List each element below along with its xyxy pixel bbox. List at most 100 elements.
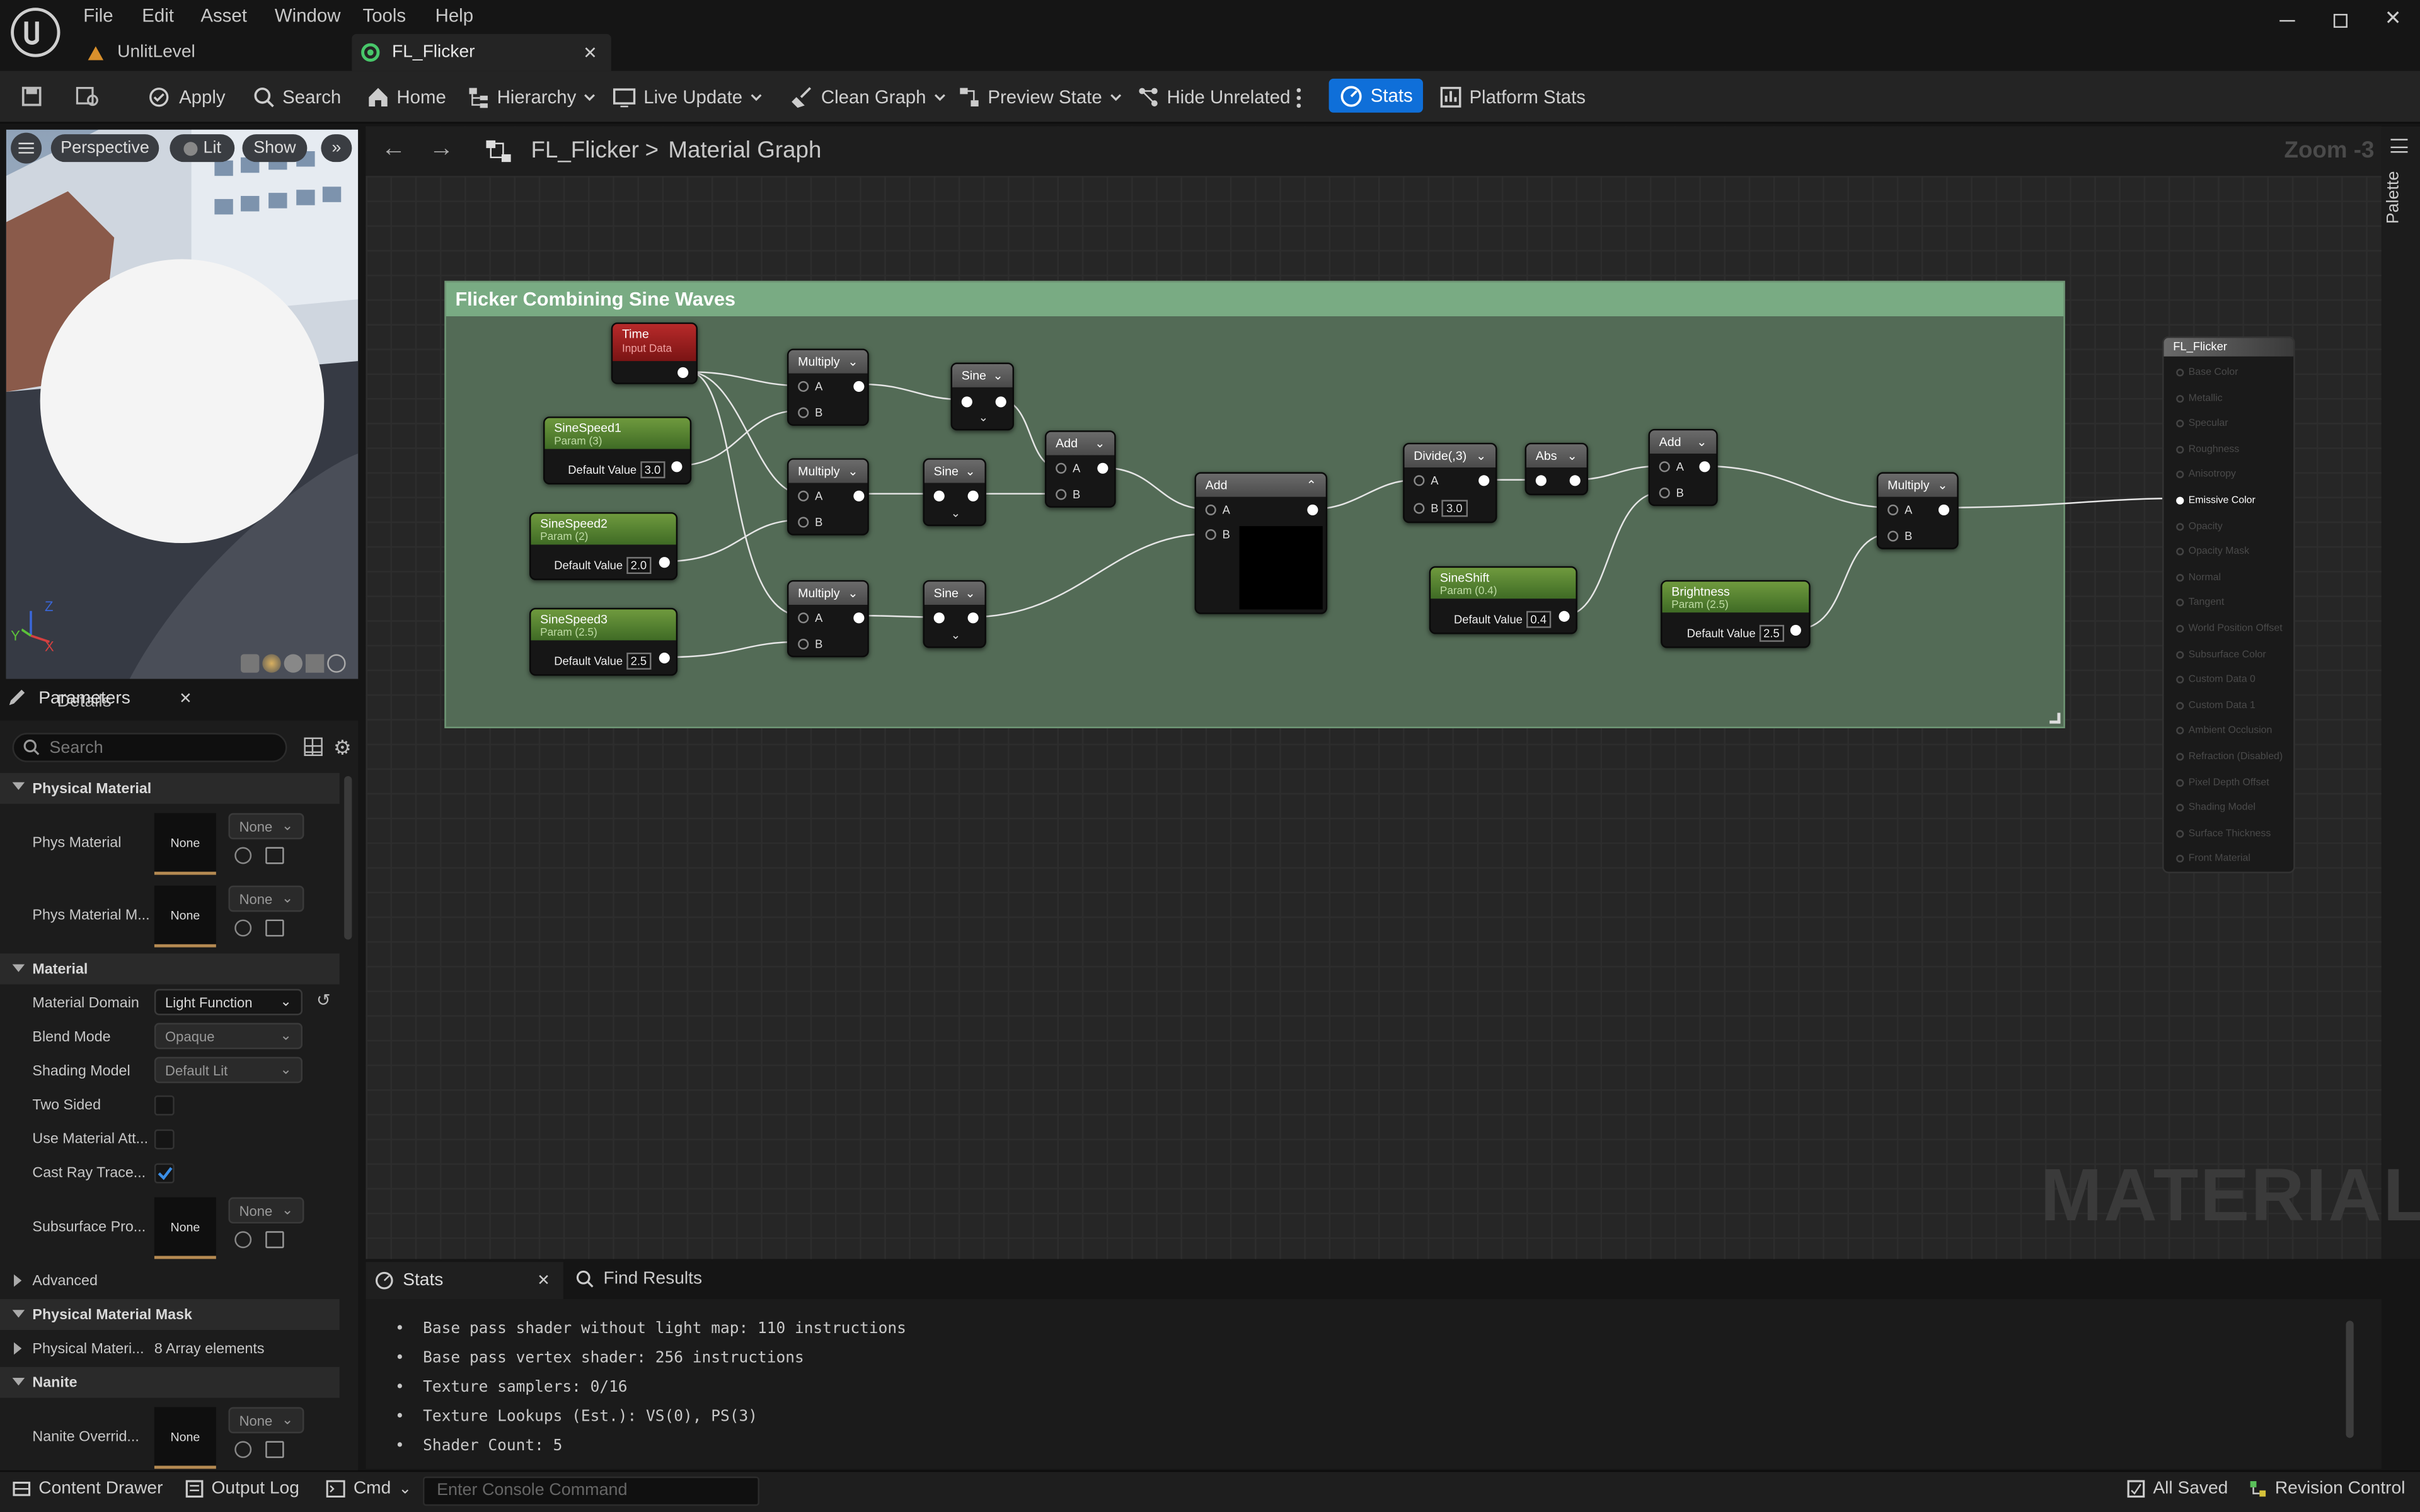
result-pin[interactable]: World Position Offset: [2176, 623, 2283, 634]
output-pin[interactable]: [1699, 461, 1710, 472]
divide-node[interactable]: Divide(,3) ⌄ A B 3.0: [1403, 442, 1497, 524]
output-pin[interactable]: [1938, 504, 1950, 515]
input-pin-a[interactable]: [1205, 504, 1216, 515]
expand-icon[interactable]: ⌄: [951, 628, 960, 642]
result-pin[interactable]: Emissive Color: [2176, 495, 2256, 506]
abs-node[interactable]: Abs ⌄: [1524, 442, 1589, 496]
tab-stats[interactable]: Stats ✕: [366, 1262, 563, 1300]
input-pin-b[interactable]: [1887, 530, 1899, 542]
result-pin[interactable]: Tangent: [2176, 598, 2224, 609]
brightness-node[interactable]: Brightness Param (2.5) Default Value 2.5: [1661, 580, 1811, 648]
sine-speed2-node[interactable]: SineSpeed2 Param (2) Default Value 2.0: [529, 512, 678, 580]
result-pin[interactable]: Surface Thickness: [2176, 828, 2271, 839]
stats-icon: [375, 1271, 393, 1290]
multiply-node-1[interactable]: Multiply ⌄ A B: [786, 348, 869, 426]
input-pin[interactable]: [933, 612, 945, 624]
material-result-node[interactable]: FL_Flicker Base Color Metallic Specular Rou…: [2162, 336, 2295, 874]
multiply-node-3[interactable]: Multiply ⌄ A B: [786, 580, 869, 658]
input-pin-a[interactable]: [1887, 504, 1899, 515]
sine-speed1-node[interactable]: SineSpeed1 Param (3) Default Value 3.0: [543, 416, 692, 484]
result-pin[interactable]: Pixel Depth Offset: [2176, 777, 2269, 788]
output-pin[interactable]: [677, 367, 689, 379]
result-pin[interactable]: Custom Data 0: [2176, 675, 2256, 685]
result-pin[interactable]: Anisotropy: [2176, 469, 2236, 481]
output-pin[interactable]: [995, 396, 1006, 408]
content-drawer-button[interactable]: Content Drawer: [13, 1480, 163, 1498]
result-pin[interactable]: Refraction (Disabled): [2176, 752, 2283, 762]
result-pin[interactable]: Metallic: [2176, 393, 2223, 404]
input-pin[interactable]: [961, 396, 972, 408]
result-pin[interactable]: Normal: [2176, 572, 2221, 583]
result-pin[interactable]: Ambient Occlusion: [2176, 726, 2272, 736]
add-node-3[interactable]: Add ⌄ A B: [1648, 428, 1718, 507]
default-value-input[interactable]: 2.5: [626, 652, 652, 670]
input-pin-a[interactable]: [798, 612, 809, 624]
input-pin-b[interactable]: [798, 407, 809, 418]
sine-node-3[interactable]: Sine ⌄ ⌄: [923, 580, 986, 648]
revision-control-button[interactable]: Revision Control: [2249, 1480, 2405, 1498]
result-pin[interactable]: Subsurface Color: [2176, 649, 2266, 660]
console-command-input[interactable]: Enter Console Command: [423, 1476, 759, 1506]
result-pin[interactable]: Base Color: [2176, 367, 2238, 378]
all-saved-indicator[interactable]: All Saved: [2127, 1480, 2228, 1498]
stats-scrollbar[interactable]: [2346, 1320, 2354, 1438]
tab-find-results[interactable]: Find Results: [575, 1270, 702, 1288]
output-pin[interactable]: [1559, 610, 1570, 622]
add-node-1[interactable]: Add ⌄ A B: [1044, 430, 1116, 508]
sine-node-2[interactable]: Sine ⌄ ⌄: [923, 458, 986, 527]
input-pin-b[interactable]: [798, 517, 809, 528]
output-pin[interactable]: [853, 612, 865, 624]
input-pin-b[interactable]: [798, 638, 809, 650]
sine-node-1[interactable]: Sine ⌄ ⌄: [950, 362, 1014, 431]
input-pin-b[interactable]: [1659, 487, 1670, 499]
result-pin[interactable]: Specular: [2176, 418, 2228, 429]
output-pin[interactable]: [1790, 624, 1801, 636]
result-pin[interactable]: Roughness: [2176, 444, 2239, 455]
output-pin[interactable]: [967, 490, 979, 501]
input-pin-a[interactable]: [1414, 475, 1425, 486]
input-pin-a[interactable]: [1659, 461, 1670, 472]
input-pin-b[interactable]: [1056, 489, 1067, 500]
node-header: SineShift Param (0.4): [1431, 568, 1576, 599]
output-pin[interactable]: [659, 557, 670, 568]
sine-speed3-node[interactable]: SineSpeed3 Param (2.5) Default Value 2.5: [529, 607, 678, 676]
multiply-node-2[interactable]: Multiply ⌄ A B: [786, 458, 869, 536]
result-pin[interactable]: Front Material: [2176, 854, 2250, 864]
default-value-input[interactable]: 2.5: [1758, 624, 1785, 642]
output-pin[interactable]: [1569, 475, 1581, 486]
input-pin-a[interactable]: [798, 381, 809, 392]
sine-shift-node[interactable]: SineShift Param (0.4) Default Value 0.4: [1429, 566, 1577, 634]
multiply-node-4[interactable]: Multiply ⌄ A B: [1876, 472, 1959, 549]
input-pin[interactable]: [1535, 475, 1547, 486]
result-pin[interactable]: Opacity: [2176, 521, 2223, 532]
b-value-input[interactable]: 3.0: [1441, 500, 1467, 517]
time-node[interactable]: Time Input Data: [611, 322, 698, 384]
input-pin[interactable]: [933, 490, 945, 501]
input-pin-a[interactable]: [798, 490, 809, 501]
output-pin[interactable]: [1307, 504, 1318, 515]
close-tab-icon[interactable]: ✕: [537, 1272, 550, 1289]
expand-icon[interactable]: ⌄: [951, 506, 960, 520]
result-pin[interactable]: Shading Model: [2176, 803, 2256, 813]
result-pin[interactable]: Opacity Mask: [2176, 546, 2249, 558]
expand-icon[interactable]: ⌄: [979, 410, 988, 424]
add-node-2-preview[interactable]: Add ⌃ A B: [1194, 472, 1328, 614]
input-pin-b[interactable]: [1414, 503, 1425, 514]
default-value-input[interactable]: 3.0: [640, 461, 666, 479]
output-pin[interactable]: [967, 612, 979, 624]
input-pin-b[interactable]: [1205, 529, 1216, 541]
cmd-dropdown[interactable]: Cmd ⌄: [326, 1480, 412, 1498]
output-pin[interactable]: [853, 490, 865, 501]
pin-dot-icon: [2176, 394, 2184, 403]
output-log-button[interactable]: Output Log: [185, 1480, 299, 1498]
default-value-input[interactable]: 0.4: [1526, 610, 1552, 628]
default-value-input[interactable]: 2.0: [626, 557, 652, 575]
result-pin[interactable]: Custom Data 1: [2176, 700, 2256, 711]
output-pin[interactable]: [1478, 475, 1490, 486]
output-pin[interactable]: [1097, 462, 1109, 474]
output-pin[interactable]: [659, 652, 670, 664]
pin-dot-icon: [2176, 573, 2184, 581]
input-pin-a[interactable]: [1056, 462, 1067, 474]
output-pin[interactable]: [671, 461, 683, 472]
output-pin[interactable]: [853, 381, 865, 392]
